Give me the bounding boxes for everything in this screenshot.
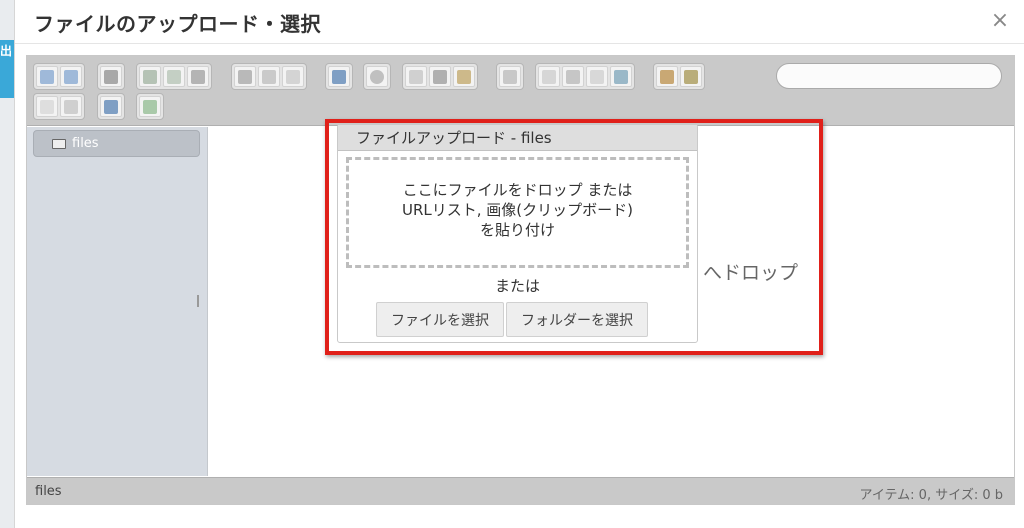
list-view-button[interactable] xyxy=(36,96,58,117)
drop-zone-line3: を貼り付け xyxy=(479,221,555,239)
select-icon xyxy=(286,69,300,84)
dialog-title: ファイルのアップロード・選択 xyxy=(34,12,321,36)
toolbar-group-fullscreen xyxy=(136,93,164,120)
paste-icon xyxy=(457,69,471,84)
background-page: 出 xyxy=(0,0,14,528)
resize-handle[interactable] xyxy=(197,295,199,307)
info-icon xyxy=(332,69,346,84)
drop-hint-text: へドロップ xyxy=(703,262,799,284)
folder-tree: files xyxy=(27,127,208,476)
toolbar-group-info xyxy=(325,63,353,90)
edit-icon xyxy=(566,69,580,84)
or-label: または xyxy=(494,277,540,295)
select-buttons: ファイルを選択 フォルダーを選択 xyxy=(376,302,648,337)
back-button[interactable] xyxy=(36,66,58,87)
status-path: files xyxy=(35,484,62,499)
duplicate-button[interactable] xyxy=(499,66,521,87)
save-icon xyxy=(191,69,205,84)
extract-icon xyxy=(660,69,674,84)
toolbar-group-preview xyxy=(363,63,391,90)
drop-zone[interactable]: ここにファイルをドロップ または URLリスト, 画像(クリップボード) を貼り… xyxy=(346,157,689,268)
toolbar-group-archive xyxy=(653,63,705,90)
title-divider xyxy=(15,43,1024,44)
open-button[interactable] xyxy=(139,66,161,87)
select-files-button[interactable]: ファイルを選択 xyxy=(376,302,504,337)
tree-item-files[interactable]: files xyxy=(33,130,200,157)
archive-button[interactable] xyxy=(680,66,702,87)
save-button[interactable] xyxy=(187,66,209,87)
toolbar-group-duplicate xyxy=(496,63,524,90)
save-all-button[interactable] xyxy=(258,66,280,87)
toolbar-group-view xyxy=(231,63,307,90)
extract-button[interactable] xyxy=(656,66,678,87)
select-button[interactable] xyxy=(282,66,304,87)
info-button[interactable] xyxy=(328,66,350,87)
copy-button[interactable] xyxy=(405,66,427,87)
toolbar xyxy=(27,56,1014,126)
file-icon xyxy=(590,69,604,84)
search-input[interactable] xyxy=(776,63,1002,89)
help-icon xyxy=(104,99,118,114)
fullscreen-icon xyxy=(143,99,157,114)
upload-panel-title: ファイルアップロード - files xyxy=(338,125,697,151)
drop-zone-line2: URLリスト, 画像(クリップボード) xyxy=(402,201,633,219)
file-button[interactable] xyxy=(586,66,608,87)
status-info: アイテム: 0, サイズ: 0 b xyxy=(859,488,1003,503)
toolbar-group-help xyxy=(97,93,125,120)
preview-button[interactable] xyxy=(366,66,388,87)
icon-view-button[interactable] xyxy=(60,96,82,117)
archive-icon xyxy=(684,69,698,84)
toolbar-group-navigation xyxy=(33,63,85,90)
rename-icon xyxy=(542,69,556,84)
copy-icon xyxy=(409,69,423,84)
cut-button[interactable] xyxy=(429,66,451,87)
status-bar: files アイテム: 0, サイズ: 0 b xyxy=(27,477,1014,504)
open-icon xyxy=(143,69,157,84)
view-icon xyxy=(238,69,252,84)
help-button[interactable] xyxy=(100,96,122,117)
back-icon xyxy=(40,69,54,84)
toolbar-group-file xyxy=(136,63,212,90)
resize-button[interactable] xyxy=(610,66,632,87)
select-folder-button[interactable]: フォルダーを選択 xyxy=(506,302,648,337)
preview-icon xyxy=(370,69,384,84)
save-all-icon xyxy=(262,69,276,84)
forward-button[interactable] xyxy=(60,66,82,87)
upload-panel: ファイルアップロード - files ここにファイルをドロップ または URLリ… xyxy=(337,124,698,343)
new-file-button[interactable] xyxy=(163,66,185,87)
toolbar-group-home xyxy=(97,63,125,90)
edit-button[interactable] xyxy=(562,66,584,87)
background-tab: 出 xyxy=(0,40,14,98)
forward-icon xyxy=(64,69,78,84)
rename-button[interactable] xyxy=(538,66,560,87)
toolbar-group-clipboard xyxy=(402,63,478,90)
view-button[interactable] xyxy=(234,66,256,87)
home-icon xyxy=(104,69,118,84)
toolbar-group-edit xyxy=(535,63,635,90)
home-button[interactable] xyxy=(100,66,122,87)
toolbar-group-layout xyxy=(33,93,85,120)
tree-item-label: files xyxy=(72,136,99,151)
new-file-icon xyxy=(167,69,181,84)
drive-icon xyxy=(52,138,66,149)
close-button[interactable]: × xyxy=(988,8,1012,34)
paste-button[interactable] xyxy=(453,66,475,87)
drop-zone-line1: ここにファイルをドロップ または xyxy=(402,181,633,199)
duplicate-icon xyxy=(503,69,517,84)
cut-icon xyxy=(433,69,447,84)
resize-icon xyxy=(614,69,628,84)
list-view-icon xyxy=(40,99,54,114)
icon-view-icon xyxy=(64,99,78,114)
fullscreen-button[interactable] xyxy=(139,96,161,117)
